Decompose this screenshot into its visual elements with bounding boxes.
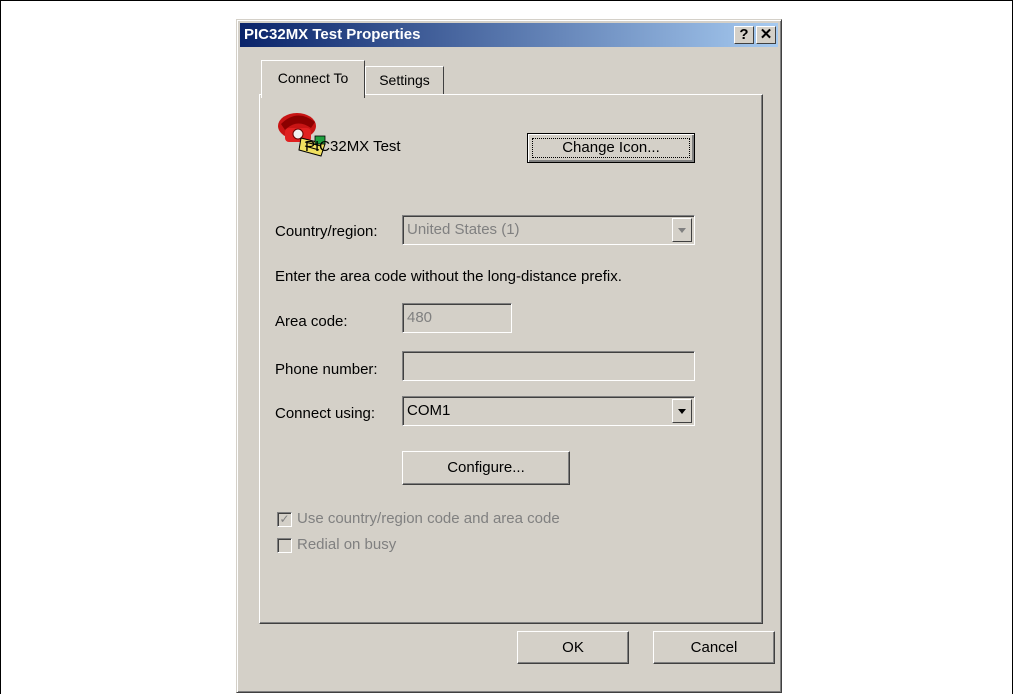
connection-name: PIC32MX Test (305, 138, 401, 155)
chevron-down-icon[interactable] (672, 399, 692, 423)
use-country-checkbox[interactable]: ✓ (277, 512, 292, 527)
area-code-value: 480 (407, 309, 433, 326)
cancel-label: Cancel (690, 639, 738, 656)
change-icon-button[interactable]: Change Icon... (527, 133, 695, 163)
help-button[interactable]: ? (734, 26, 754, 44)
country-region-label: Country/region: (275, 223, 378, 240)
close-button[interactable]: ✕ (756, 26, 776, 44)
page-frame-left (0, 0, 1, 694)
tab-settings[interactable]: Settings (365, 66, 444, 94)
country-region-select[interactable]: United States (1) (402, 215, 695, 245)
connect-using-label: Connect using: (275, 405, 376, 422)
connect-using-value: COM1 (407, 402, 451, 419)
use-country-label: Use country/region code and area code (297, 510, 560, 527)
configure-label: Configure... (447, 459, 525, 476)
title-bar[interactable]: PIC32MX Test Properties ? ✕ (240, 23, 778, 47)
focus-rectangle (532, 138, 690, 158)
ok-label: OK (562, 639, 584, 656)
phone-number-input[interactable] (402, 351, 695, 381)
redial-checkbox[interactable] (277, 538, 292, 553)
area-code-instruction: Enter the area code without the long-dis… (275, 268, 622, 285)
chevron-down-icon[interactable] (672, 218, 692, 242)
configure-button[interactable]: Configure... (402, 451, 570, 485)
area-code-input[interactable]: 480 (402, 303, 512, 333)
cancel-button[interactable]: Cancel (653, 631, 775, 664)
properties-dialog: PIC32MX Test Properties ? ✕ Connect To S… (236, 19, 782, 693)
connect-using-select[interactable]: COM1 (402, 396, 695, 426)
phone-number-label: Phone number: (275, 361, 378, 378)
tab-connect-to[interactable]: Connect To (261, 60, 365, 98)
redial-label: Redial on busy (297, 536, 397, 553)
ok-button[interactable]: OK (517, 631, 629, 664)
country-region-value: United States (1) (407, 221, 520, 238)
page-frame-top (0, 0, 1013, 1)
window-title: PIC32MX Test Properties (244, 26, 421, 43)
area-code-label: Area code: (275, 313, 348, 330)
